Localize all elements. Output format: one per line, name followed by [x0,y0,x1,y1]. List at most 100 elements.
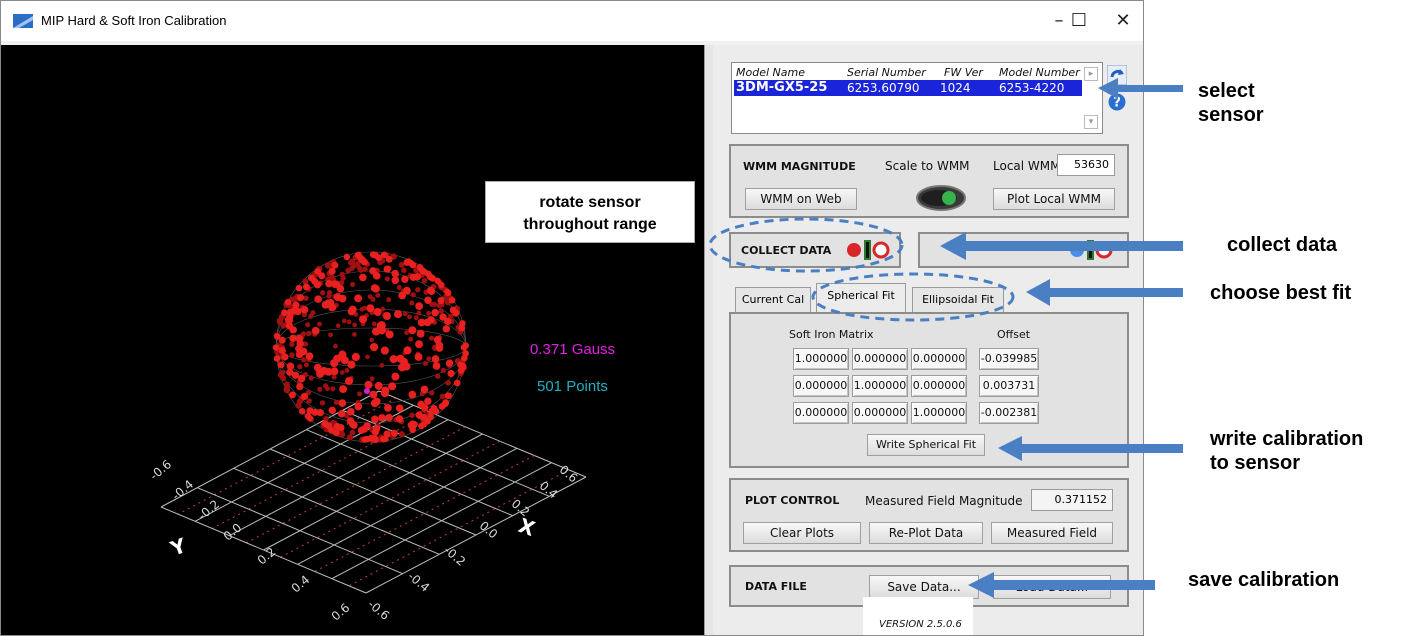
sample-point [458,324,466,332]
list-scroll-up[interactable]: ▸ [1084,67,1098,81]
sample-point [318,272,326,280]
sample-point [396,284,402,291]
sample-point [424,296,432,305]
sample-point [383,265,391,273]
annotation-select-sensor: select sensor [1198,79,1264,127]
sample-point [401,267,407,274]
plot-local-wmm-button[interactable]: Plot Local WMM [993,188,1115,210]
sample-point [339,370,345,375]
sample-point [272,344,280,351]
sample-point [278,347,286,355]
sample-point [360,258,369,266]
tab-spherical-fit[interactable]: Spherical Fit [816,283,906,313]
collect-data-group: COLLECT DATA [729,232,901,268]
scale-to-wmm-toggle[interactable] [915,184,967,212]
wmm-on-web-button[interactable]: WMM on Web [745,188,857,210]
tab-current-cal[interactable]: Current Cal [735,287,811,313]
list-scroll-down[interactable]: ▾ [1084,115,1098,129]
sample-point [403,346,412,355]
scale-to-wmm-label: Scale to WMM [885,159,970,173]
sample-point [321,420,329,428]
local-wmm-input[interactable]: 53630 [1057,154,1115,176]
sample-point [289,341,295,348]
offset-cell: 0.003731 [979,375,1039,397]
toggle-icon[interactable] [1068,239,1114,261]
sample-point [429,390,435,396]
sample-point [435,373,441,379]
sample-point [381,386,390,395]
sample-point [305,352,314,361]
sample-point [409,300,415,306]
offset-cell: -0.002381 [979,402,1039,424]
title-bar: MIP Hard & Soft Iron Calibration – ☐ ✕ [1,1,1143,41]
sample-point [369,376,375,382]
sample-point [408,390,417,399]
annotation-rotate-sensor: rotate sensor throughout range [485,181,695,243]
close-button[interactable]: ✕ [1103,7,1143,35]
annotation-rotate-line1: rotate sensor [539,194,641,211]
sample-point [328,406,337,415]
maximize-button[interactable]: ☐ [1059,7,1099,35]
measured-field-label: Measured Field Magnitude [865,494,1023,508]
sample-point [431,355,440,363]
sample-point [273,355,281,362]
sample-point [295,402,302,409]
sample-point [341,318,347,324]
sensor-row-selected[interactable]: 3DM-GX5-25 6253.60790 1024 6253-4220 [734,80,1082,96]
sample-point [375,292,381,298]
sample-point [408,326,417,335]
sample-point [385,330,394,339]
sample-point [444,288,451,295]
sample-point [415,340,424,349]
sample-point [445,359,454,367]
local-wmm-label: Local WMM: [993,159,1065,173]
tab-ellipsoidal-fit[interactable]: Ellipsoidal Fit [912,287,1004,313]
sample-point [296,339,305,348]
sample-point [371,415,379,424]
matrix-cell: 0.000000 [911,348,967,370]
3d-plot-canvas[interactable]: 0.371 Gauss 501 Points X Y 0.6 0.4 0.2 0… [1,45,704,635]
sample-point [379,363,385,368]
clear-plots-button[interactable]: Clear Plots [743,522,861,544]
load-data-button[interactable]: Load Data... [993,575,1111,599]
sample-point [386,297,392,303]
refresh-icon[interactable] [1107,65,1127,85]
sample-point [461,354,468,362]
sample-point [431,301,437,308]
sample-point [297,363,303,370]
help-icon[interactable]: ? [1108,93,1126,111]
sample-point [339,385,348,394]
matrix-cell: 0.000000 [852,348,908,370]
sample-point [385,255,393,263]
replot-data-button[interactable]: Re-Plot Data [869,522,983,544]
matrix-cell: 1.000000 [852,375,908,397]
record-stop-toggle-icon[interactable] [845,239,891,261]
sample-point [333,399,339,406]
sample-point [448,296,456,304]
sample-point [296,382,304,391]
splitter-handle[interactable] [704,45,713,635]
sample-point [324,262,331,269]
sample-point [308,313,314,319]
write-spherical-fit-button[interactable]: Write Spherical Fit [867,434,985,456]
save-data-button[interactable]: Save Data... [869,575,979,599]
collect-data-heading: COLLECT DATA [741,244,832,257]
sample-point [299,408,306,415]
sample-point [431,308,439,317]
sample-point [421,277,428,284]
sample-point [429,335,435,341]
sample-point [391,429,399,437]
sample-point [378,414,386,422]
sample-point [367,434,375,442]
sample-point [369,390,378,399]
sample-point [371,327,381,336]
sample-point [438,281,445,289]
measured-field-button[interactable]: Measured Field [991,522,1113,544]
row-serial: 6253.60790 [847,81,920,95]
sample-point [347,360,356,369]
matrix-cell: 0.000000 [852,402,908,424]
sample-point [374,381,383,390]
sample-point [445,380,451,386]
sample-point [326,290,333,296]
sensor-list[interactable]: Model Name Serial Number FW Ver Model Nu… [731,62,1103,134]
